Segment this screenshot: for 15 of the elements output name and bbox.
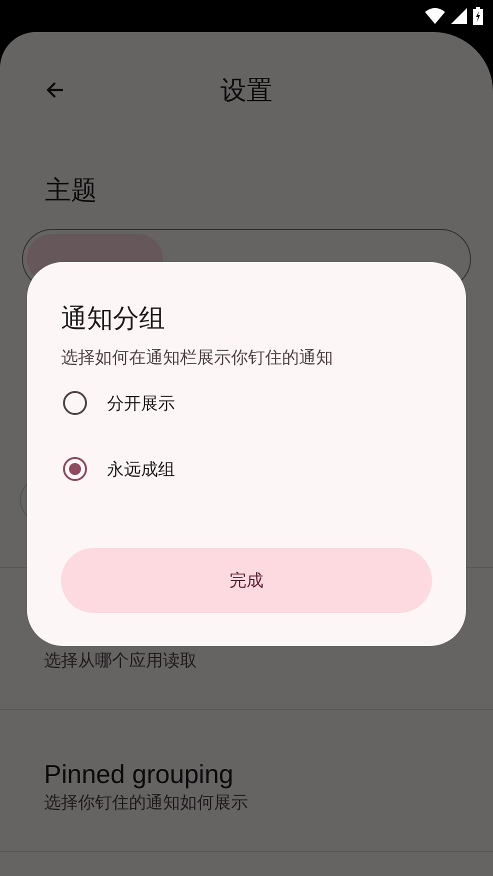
option-label[interactable]: 分开展示 (107, 392, 175, 414)
option-label[interactable]: 永远成组 (107, 458, 175, 480)
dialog-title: 通知分组 (61, 303, 166, 336)
dialog-subtitle: 选择如何在通知栏展示你钉住的通知 (61, 347, 334, 370)
page-title: 设置 (220, 74, 272, 108)
radio-button[interactable] (63, 391, 87, 415)
signal-icon (451, 8, 467, 24)
section-title: 主题 (45, 175, 98, 208)
setting-subtitle: 选择从哪个应用读取 (44, 650, 198, 673)
setting-title: Pinned grouping (44, 758, 234, 791)
wifi-icon (425, 8, 445, 24)
setting-subtitle: 选择你钉住的通知如何展示 (44, 792, 249, 815)
done-button[interactable]: 完成 (61, 548, 432, 613)
battery-icon (473, 7, 483, 25)
radio-button[interactable] (63, 457, 87, 481)
